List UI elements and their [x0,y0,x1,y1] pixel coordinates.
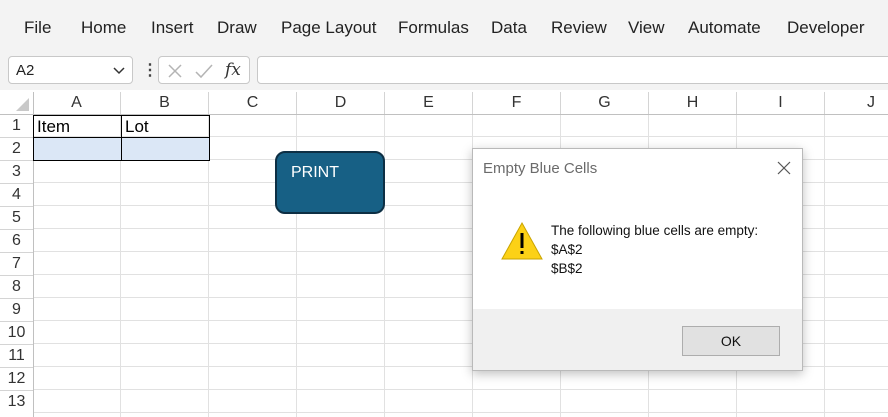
more-options-icon[interactable]: ⋮ [142,60,158,80]
row-header-1[interactable]: 1 [0,115,33,138]
cell-a2[interactable] [33,137,122,161]
dialog-message-line: $A$2 [551,242,583,257]
tab-formulas[interactable]: Formulas [398,18,469,38]
ok-button[interactable]: OK [682,326,780,356]
formula-input[interactable] [257,56,888,84]
formula-buttons: fx [158,56,250,84]
column-header-b[interactable]: B [121,92,209,114]
tab-draw[interactable]: Draw [217,18,257,38]
cancel-icon[interactable] [167,63,183,79]
cell-b2[interactable] [121,137,210,161]
row-header-6[interactable]: 6 [0,230,33,253]
cell-a1[interactable]: Item [33,115,122,138]
tab-data[interactable]: Data [491,18,527,38]
close-icon[interactable] [774,158,794,178]
tab-page-layout[interactable]: Page Layout [281,18,376,38]
column-header-d[interactable]: D [297,92,385,114]
row-header-8[interactable]: 8 [0,276,33,299]
row-header-4[interactable]: 4 [0,184,33,207]
tab-insert[interactable]: Insert [151,18,194,38]
dialog-title: Empty Blue Cells [483,160,598,177]
tab-automate[interactable]: Automate [688,18,761,38]
row-header-7[interactable]: 7 [0,253,33,276]
tab-home[interactable]: Home [81,18,126,38]
row-header-13[interactable]: 13 [0,391,33,417]
warning-icon [501,221,543,260]
tab-file[interactable]: File [24,18,51,38]
row-header-3[interactable]: 3 [0,161,33,184]
column-header-g[interactable]: G [561,92,649,114]
cell-b1[interactable]: Lot [121,115,210,138]
print-button[interactable]: PRINT [275,151,385,214]
column-header-i[interactable]: I [737,92,825,114]
row-header-12[interactable]: 12 [0,368,33,391]
dialog-message: The following blue cells are empty: $A$2… [551,221,758,278]
column-header-a[interactable]: A [33,92,121,114]
tab-view[interactable]: View [628,18,665,38]
row-header-11[interactable]: 11 [0,345,33,368]
row-header-9[interactable]: 9 [0,299,33,322]
select-all-triangle-icon [16,98,29,111]
row-header-10[interactable]: 10 [0,322,33,345]
column-header-j[interactable]: J [825,92,888,114]
insert-function-icon[interactable]: fx [225,60,241,80]
message-dialog: Empty Blue Cells The following blue cell… [472,148,803,371]
chevron-down-icon[interactable] [112,63,126,77]
ribbon-tabs: File Home Insert Draw Page Layout Formul… [0,0,888,52]
column-header-e[interactable]: E [385,92,473,114]
column-header-f[interactable]: F [473,92,561,114]
name-box-value: A2 [16,62,35,79]
formula-bar: A2 ⋮ fx [0,52,888,90]
row-header-5[interactable]: 5 [0,207,33,230]
column-header-c[interactable]: C [209,92,297,114]
column-header-h[interactable]: H [649,92,737,114]
row-header-2[interactable]: 2 [0,138,33,161]
tab-developer[interactable]: Developer [787,18,865,38]
enter-check-icon[interactable] [195,63,213,79]
dialog-message-line: $B$2 [551,261,583,276]
tab-review[interactable]: Review [551,18,607,38]
dialog-message-line: The following blue cells are empty: [551,223,759,238]
select-all-corner[interactable] [0,92,33,114]
name-box[interactable]: A2 [8,56,133,84]
